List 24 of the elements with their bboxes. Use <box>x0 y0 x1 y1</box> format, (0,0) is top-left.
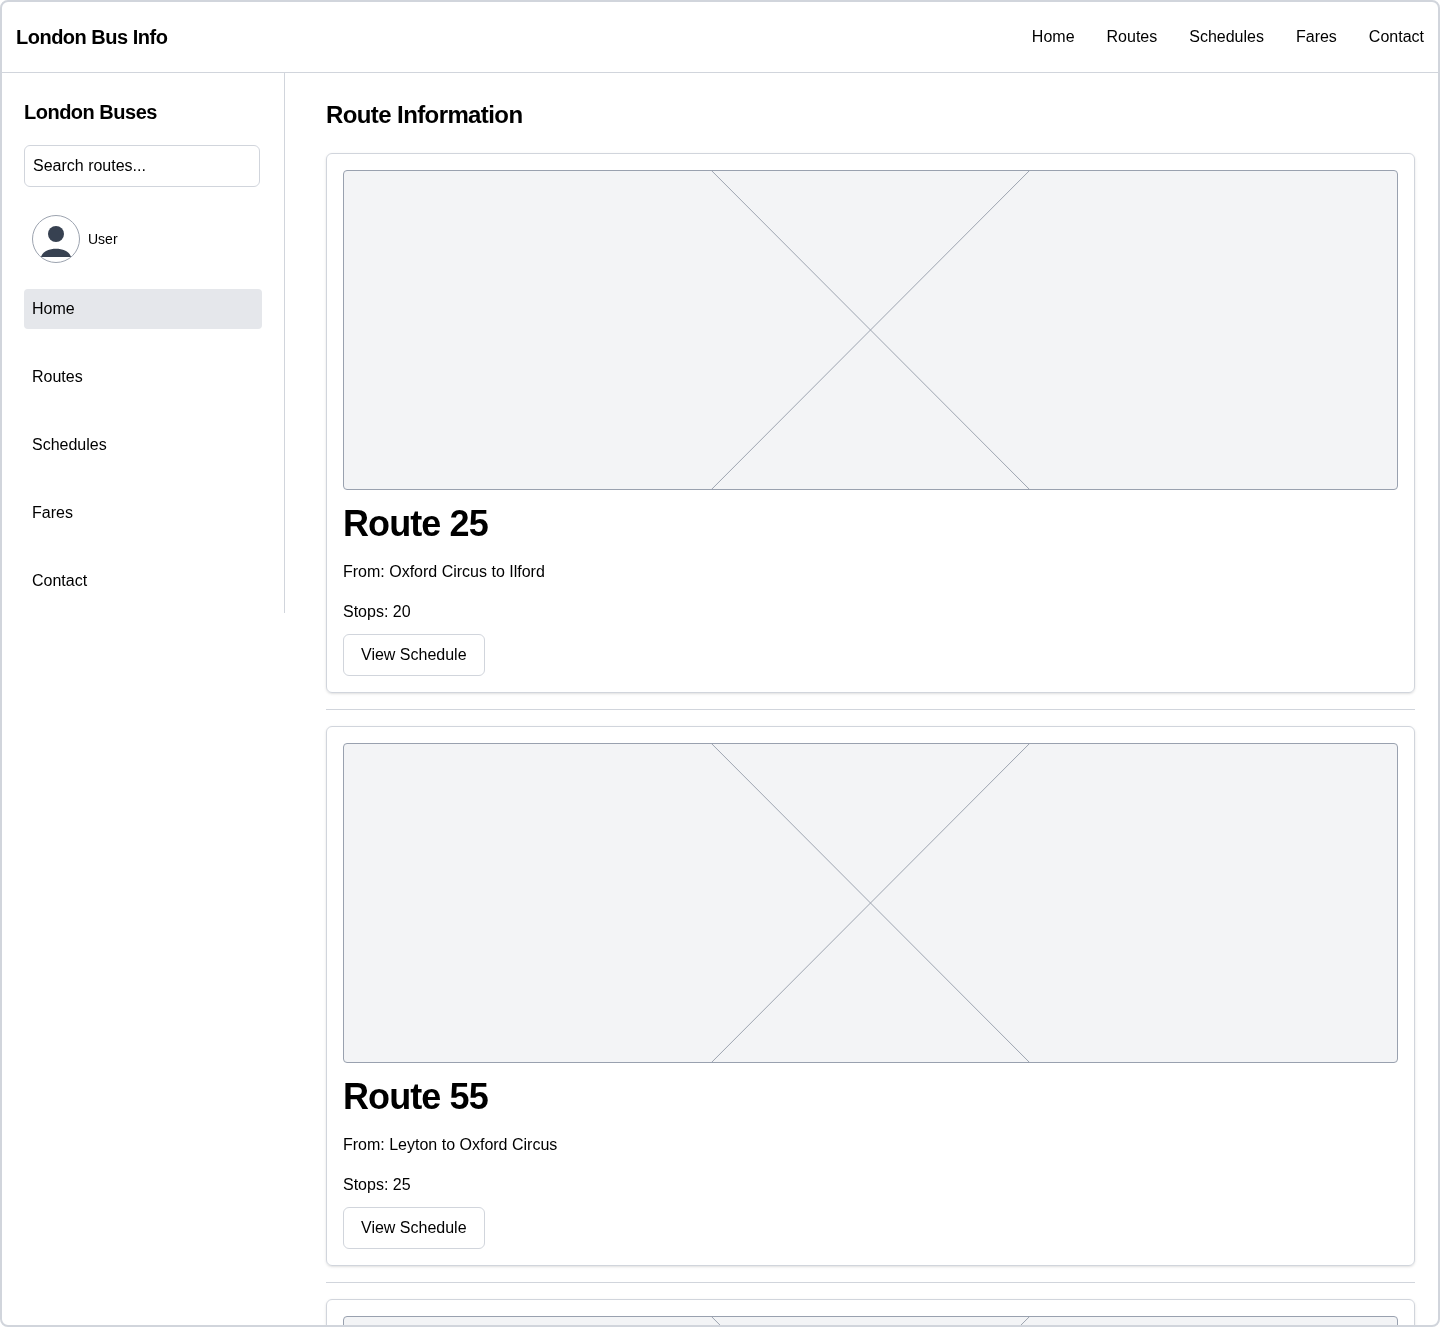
stop-count: Stops: 25 <box>343 1175 412 1195</box>
sidebar-item[interactable]: Routes <box>24 357 262 397</box>
nav-link[interactable]: Contact <box>1368 25 1424 49</box>
avatar-icon <box>32 215 80 263</box>
sidebar-title: London Buses <box>24 100 158 125</box>
route-title: Route 55 <box>343 1077 489 1117</box>
user-name: User <box>88 229 118 249</box>
sidebar-item[interactable]: Schedules <box>24 425 262 465</box>
sidebar-item[interactable]: Home <box>24 289 262 329</box>
view-schedule-button[interactable]: View Schedule <box>343 1207 485 1249</box>
search-field[interactable]: Search routes... <box>24 145 260 187</box>
view-schedule-button[interactable]: View Schedule <box>343 634 485 676</box>
nav-link[interactable]: Routes <box>1106 25 1158 49</box>
site-title: London Bus Info <box>16 25 168 50</box>
nav-link[interactable]: Schedules <box>1189 25 1264 49</box>
stop-count: Stops: 20 <box>343 602 412 622</box>
route-endpoints: From: Oxford Circus to Ilford <box>343 562 546 582</box>
route-endpoints: From: Leyton to Oxford Circus <box>343 1135 559 1155</box>
sidebar-item[interactable]: Contact <box>24 561 262 601</box>
route-title: Route 25 <box>343 504 489 544</box>
nav-link[interactable]: Home <box>1031 25 1075 49</box>
page-title: Route Information <box>326 100 524 130</box>
nav-link[interactable]: Fares <box>1295 25 1337 49</box>
sidebar-item[interactable]: Fares <box>24 493 262 533</box>
